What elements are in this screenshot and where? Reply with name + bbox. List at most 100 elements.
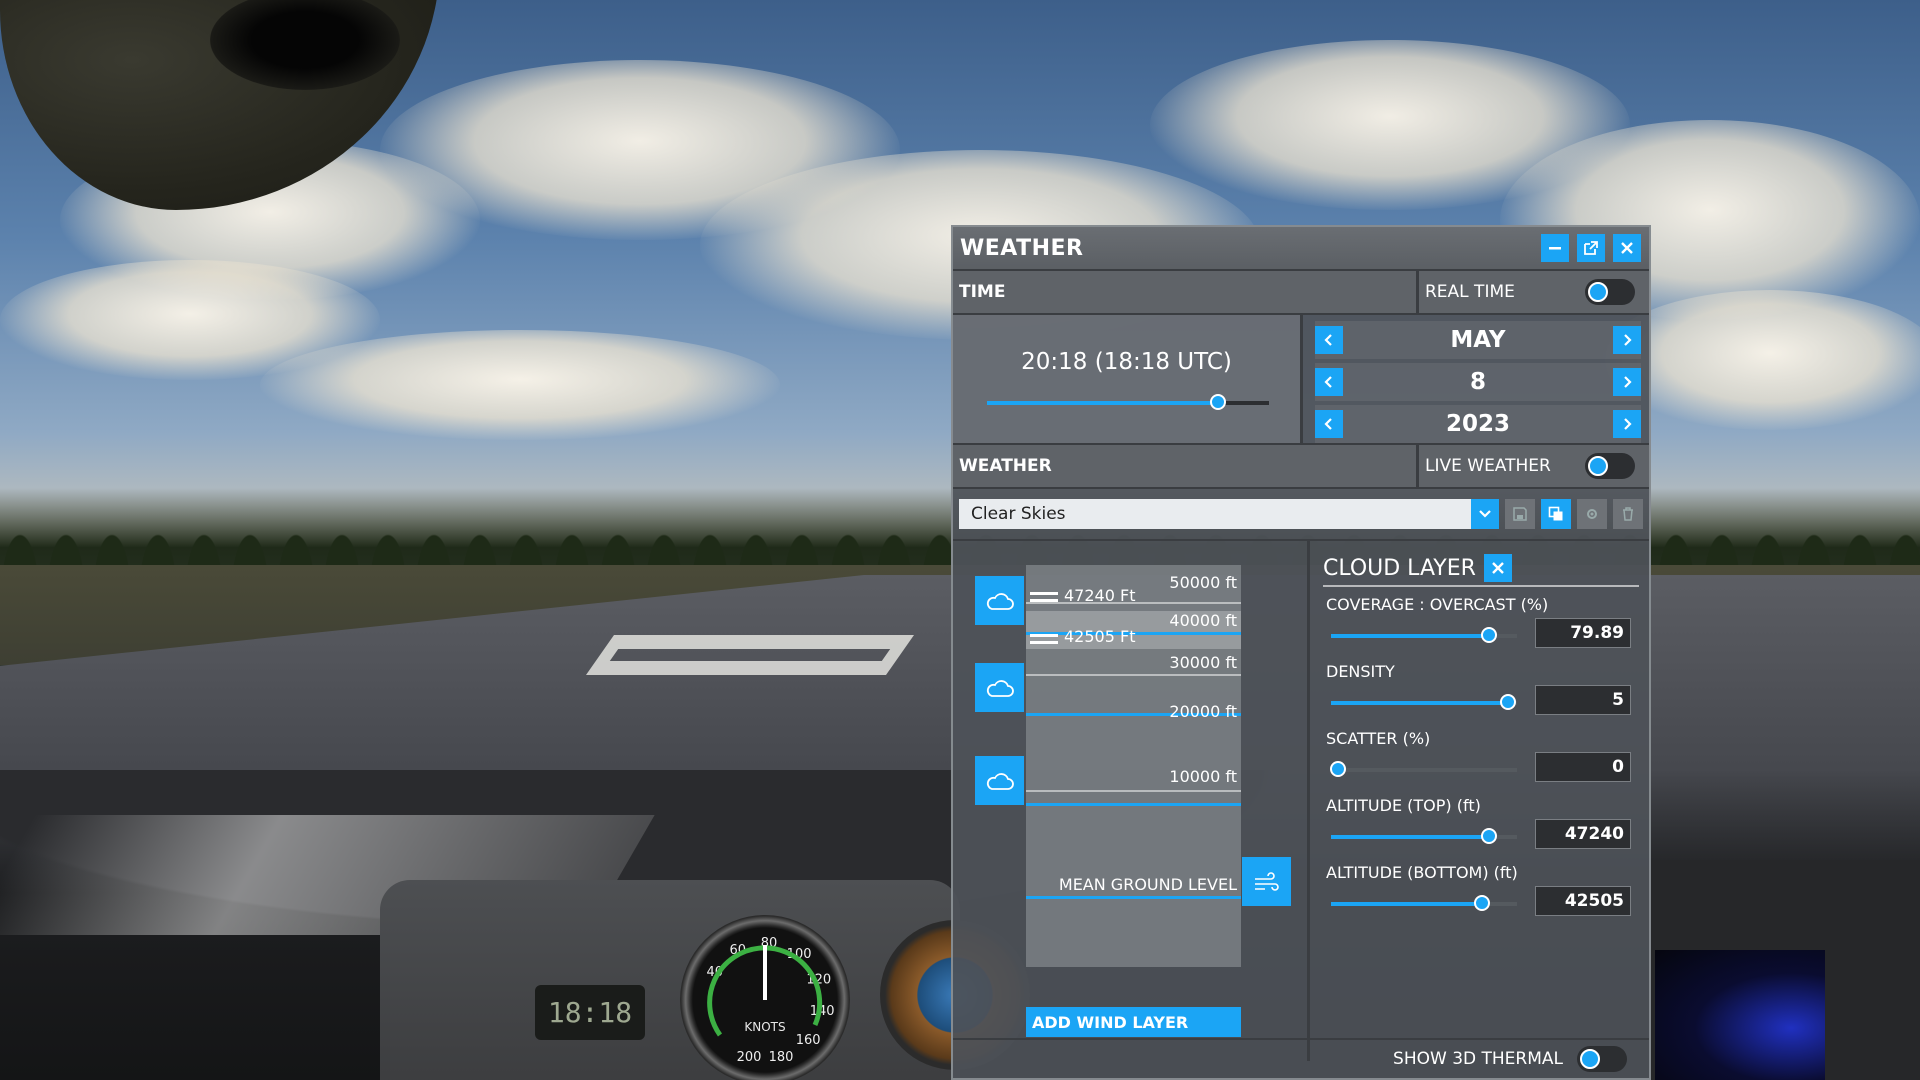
slider-knob[interactable]: [1473, 895, 1490, 911]
year-selector: 2023: [1315, 405, 1641, 443]
scatter-slider[interactable]: [1330, 761, 1517, 777]
month-selector: MAY: [1315, 321, 1641, 359]
weather-radar-display: [1655, 950, 1825, 1080]
slider-fill: [1331, 902, 1482, 906]
chevron-left-icon: [1324, 334, 1332, 346]
scatter-value-field[interactable]: 0: [1535, 752, 1631, 782]
cloud-layer-header: CLOUD LAYER: [1323, 551, 1639, 587]
preset-settings-button[interactable]: [1577, 499, 1607, 529]
window-titlebar[interactable]: WEATHER: [953, 227, 1649, 271]
altitude-bottom-property: ALTITUDE (BOTTOM) (ft) 42505: [1323, 855, 1639, 922]
altitude-label: 30000 ft: [1169, 653, 1237, 672]
airspeed-tick-label: 160: [796, 1033, 821, 1048]
altitude-label: 40000 ft: [1169, 611, 1237, 630]
cloud-layer-button-3[interactable]: [975, 756, 1024, 805]
close-button[interactable]: [1613, 234, 1641, 262]
wind-icon: [1254, 871, 1279, 891]
property-label: ALTITUDE (BOTTOM) (ft): [1326, 863, 1518, 882]
coverage-slider[interactable]: [1331, 627, 1517, 643]
weather-section-header: WEATHER LIVE WEATHER: [953, 445, 1649, 489]
weather-preset-select[interactable]: Clear Skies: [959, 499, 1499, 529]
slider-knob[interactable]: [1210, 394, 1227, 410]
airspeed-indicator: KNOTS 40 60 80 100 120 140 160 180 200: [680, 915, 850, 1080]
year-next-button[interactable]: [1613, 410, 1641, 438]
property-label: SCATTER (%): [1326, 729, 1431, 748]
layer-bottom-value: 42505 Ft: [1064, 627, 1136, 646]
ground-level-label: MEAN GROUND LEVEL: [1058, 875, 1237, 894]
chevron-left-icon: [1324, 418, 1332, 430]
altitude-label: 50000 ft: [1169, 573, 1237, 592]
altitude-bottom-value-field[interactable]: 42505: [1535, 886, 1631, 916]
month-value: MAY: [1450, 327, 1506, 353]
realtime-toggle-row: REAL TIME: [1419, 271, 1649, 313]
cloud-layer-button-2[interactable]: [975, 663, 1024, 712]
runway-marking: [585, 635, 915, 675]
time-readout: 20:18 (18:18 UTC): [1021, 349, 1232, 375]
altitude-bottom-slider[interactable]: [1331, 895, 1517, 911]
cloud-layer-title: CLOUD LAYER: [1323, 555, 1476, 581]
day-next-button[interactable]: [1613, 368, 1641, 396]
layer-bottom-handle[interactable]: [1030, 629, 1058, 649]
coverage-value-field[interactable]: 79.89: [1535, 618, 1631, 648]
thermal-toggle[interactable]: [1577, 1046, 1627, 1072]
live-weather-label: LIVE WEATHER: [1425, 456, 1551, 476]
month-prev-button[interactable]: [1315, 326, 1343, 354]
gear-icon: [1587, 509, 1597, 519]
realtime-toggle[interactable]: [1585, 279, 1635, 305]
time-section-header: TIME REAL TIME: [953, 271, 1649, 315]
property-label: ALTITUDE (TOP) (ft): [1326, 796, 1481, 815]
realtime-label: REAL TIME: [1425, 282, 1515, 302]
slider-knob[interactable]: [1481, 627, 1498, 643]
weather-section-label: WEATHER: [953, 445, 1419, 487]
chevron-left-icon: [1324, 376, 1332, 388]
slider-knob[interactable]: [1481, 828, 1498, 844]
time-slider[interactable]: [987, 394, 1269, 410]
thermal-label: SHOW 3D THERMAL: [1393, 1049, 1563, 1069]
toggle-knob: [1588, 456, 1608, 476]
month-next-button[interactable]: [1613, 326, 1641, 354]
toggle-knob: [1588, 282, 1608, 302]
density-value-field[interactable]: 5: [1535, 685, 1631, 715]
copy-icon: [1548, 506, 1563, 521]
remove-cloud-layer-button[interactable]: [1483, 554, 1512, 582]
close-icon: [1621, 242, 1633, 254]
dropdown-button[interactable]: [1471, 499, 1499, 529]
copy-preset-button[interactable]: [1541, 499, 1571, 529]
chevron-down-icon: [1479, 510, 1491, 518]
scatter-property: SCATTER (%) 0: [1323, 721, 1639, 788]
cloud-icon: [986, 592, 1014, 610]
preset-value: Clear Skies: [971, 504, 1066, 524]
popout-button[interactable]: [1577, 234, 1605, 262]
layer-top-value: 47240 Ft: [1064, 586, 1136, 605]
live-weather-toggle[interactable]: [1585, 453, 1635, 479]
altitude-label: 20000 ft: [1169, 702, 1237, 721]
cloud-layer-button-1[interactable]: [975, 576, 1024, 625]
save-preset-button[interactable]: [1505, 499, 1535, 529]
weather-window: WEATHER TIME REAL TIME 20:18 (18:18 UTC): [951, 225, 1651, 1080]
day-prev-button[interactable]: [1315, 368, 1343, 396]
year-prev-button[interactable]: [1315, 410, 1343, 438]
minimize-button[interactable]: [1541, 234, 1569, 262]
property-label: COVERAGE : OVERCAST (%): [1326, 595, 1549, 614]
delete-preset-button[interactable]: [1613, 499, 1643, 529]
toggle-knob: [1580, 1049, 1600, 1069]
altitude-top-value-field[interactable]: 47240: [1535, 819, 1631, 849]
window-title: WEATHER: [960, 235, 1084, 261]
add-wind-layer-button[interactable]: ADD WIND LAYER: [1026, 1007, 1241, 1037]
altitude-line: [1026, 790, 1241, 792]
altitude-column[interactable]: 50000 ft 40000 ft 30000 ft 20000 ft 1000…: [1026, 565, 1241, 967]
density-property: DENSITY 5: [1323, 654, 1639, 721]
property-label: DENSITY: [1326, 662, 1395, 681]
chevron-right-icon: [1624, 376, 1632, 388]
property-list: COVERAGE : OVERCAST (%) 79.89 DENSITY 5 …: [1323, 587, 1639, 922]
wind-layer-button[interactable]: [1242, 857, 1291, 906]
instrument-panel: [380, 880, 960, 1080]
airspeed-scale: 4060 80100120140160180200: [706, 936, 834, 1065]
slider-knob[interactable]: [1499, 694, 1516, 710]
layer-top-handle[interactable]: [1030, 587, 1058, 607]
slider-knob[interactable]: [1330, 761, 1347, 777]
minimize-icon: [1549, 247, 1561, 250]
density-slider[interactable]: [1331, 694, 1517, 710]
altitude-top-slider[interactable]: [1331, 828, 1517, 844]
window-footer: SHOW 3D THERMAL: [953, 1038, 1649, 1078]
